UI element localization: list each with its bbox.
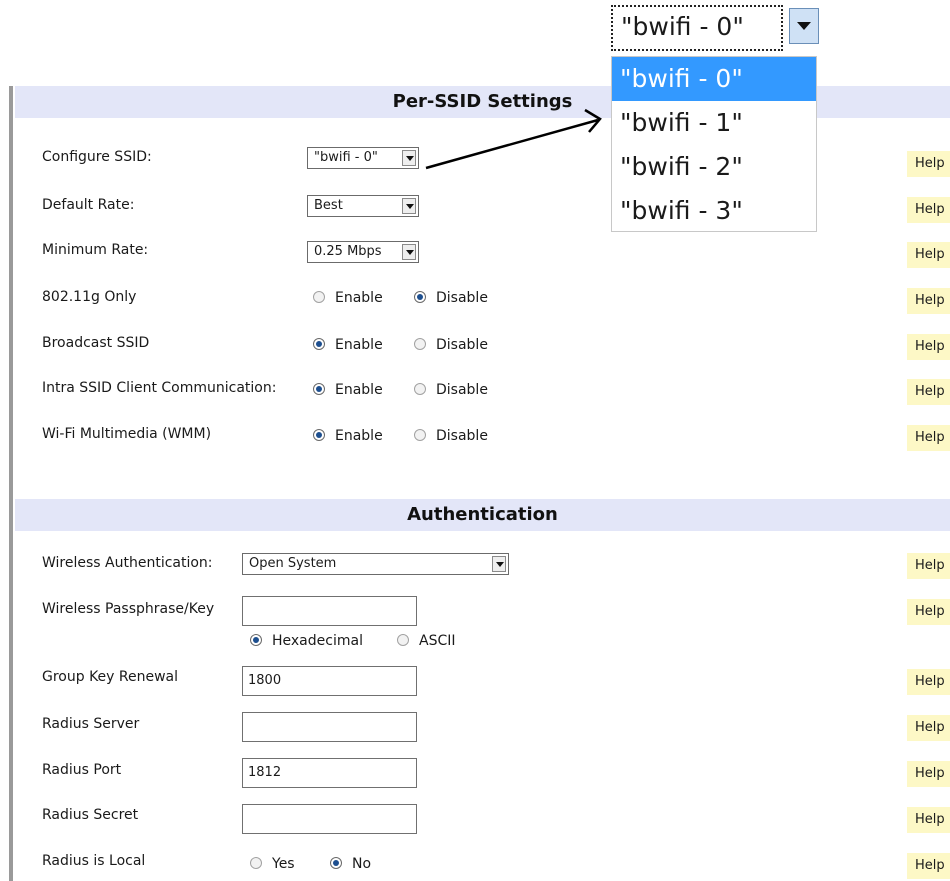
callout-arrow [425, 108, 602, 170]
callout-arrow-line [425, 118, 599, 170]
